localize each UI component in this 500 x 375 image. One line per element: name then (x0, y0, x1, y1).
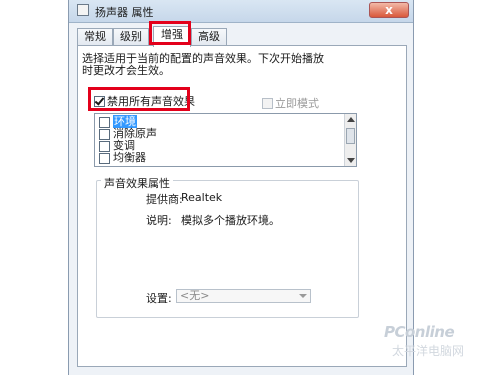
effect-checkbox[interactable] (99, 152, 110, 164)
effect-label: 均衡器 (113, 151, 146, 164)
effects-list[interactable]: 环境 消除原声 变调 均衡器 (94, 113, 357, 167)
close-button[interactable]: x (369, 2, 409, 18)
scroll-down-arrow-icon[interactable] (347, 158, 355, 163)
provider-label: 提供商: (146, 193, 183, 206)
title-bar: 扬声器 属性 x (69, 0, 413, 23)
settings-select[interactable]: <无> (176, 289, 311, 303)
pconline-watermark-subtitle: 太平洋电脑网 (392, 344, 465, 358)
tab-advanced[interactable]: 高级 (191, 28, 227, 45)
tab-highlight-box (149, 21, 191, 45)
list-item[interactable]: 均衡器 (99, 152, 146, 164)
tab-general[interactable]: 常规 (77, 28, 113, 45)
scroll-thumb[interactable] (346, 128, 355, 144)
chevron-down-icon (299, 294, 307, 298)
speaker-app-icon (77, 4, 89, 16)
pconline-watermark-logo: PConline (384, 323, 455, 341)
effect-checkbox[interactable] (99, 116, 110, 128)
immediate-mode-checkbox[interactable]: 立即模式 (262, 95, 319, 111)
effect-checkbox[interactable] (99, 140, 110, 152)
window-title: 扬声器 属性 (95, 6, 154, 19)
effects-scrollbar[interactable] (344, 114, 356, 166)
tab-levels[interactable]: 级别 (113, 28, 149, 45)
scroll-up-arrow-icon[interactable] (347, 117, 355, 122)
description-value: 模拟多个播放环境。 (181, 214, 280, 227)
description-label: 说明: (146, 214, 172, 227)
settings-select-value: <无> (180, 289, 210, 302)
immediate-mode-label: 立即模式 (275, 97, 319, 110)
provider-value: Realtek (181, 191, 223, 204)
disable-all-highlight-box (88, 87, 190, 111)
effect-properties-title: 声音效果属性 (101, 175, 173, 191)
effect-checkbox[interactable] (99, 128, 110, 140)
immediate-mode-box[interactable] (262, 97, 273, 109)
settings-label: 设置: (146, 292, 172, 305)
enhancements-description: 选择适用于当前的配置的声音效果。下次开始播放时更改才会生效。 (82, 52, 324, 77)
